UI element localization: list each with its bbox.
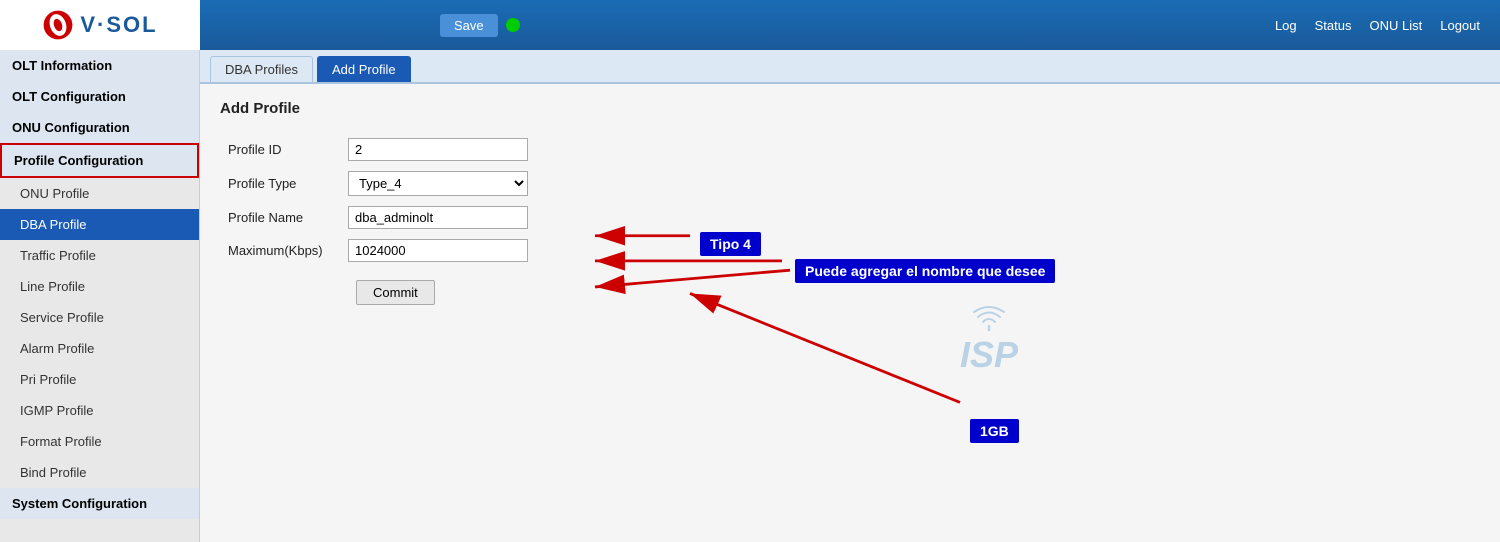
sidebar-item-onu-config[interactable]: ONU Configuration xyxy=(0,112,199,143)
annotation-nombre: Puede agregar el nombre que desee xyxy=(795,259,1055,283)
profile-type-cell: Type_1 Type_2 Type_3 Type_4 Type_5 xyxy=(340,166,536,201)
log-link[interactable]: Log xyxy=(1275,18,1297,33)
maximum-cell xyxy=(340,234,536,267)
profile-type-select[interactable]: Type_1 Type_2 Type_3 Type_4 Type_5 xyxy=(348,171,528,196)
status-link[interactable]: Status xyxy=(1315,18,1352,33)
commit-button[interactable]: Commit xyxy=(356,280,435,305)
profile-id-label: Profile ID xyxy=(220,133,340,166)
logout-link[interactable]: Logout xyxy=(1440,18,1480,33)
commit-cell: Commit xyxy=(340,267,536,310)
sidebar-item-system-config[interactable]: System Configuration xyxy=(0,488,199,519)
profile-id-input[interactable] xyxy=(348,138,528,161)
sidebar-item-service-profile[interactable]: Service Profile xyxy=(0,302,199,333)
profile-id-row: Profile ID xyxy=(220,133,536,166)
isp-text: ISP xyxy=(960,334,1018,376)
profile-id-cell xyxy=(340,133,536,166)
onu-list-link[interactable]: ONU List xyxy=(1370,18,1423,33)
add-profile-form: Profile ID Profile Type Type_1 Type_2 Ty… xyxy=(220,133,536,310)
logo-area: V·SOL xyxy=(0,0,200,50)
sidebar-item-pri-profile[interactable]: Pri Profile xyxy=(0,364,199,395)
sidebar-item-olt-config[interactable]: OLT Configuration xyxy=(0,81,199,112)
save-button[interactable]: Save xyxy=(440,14,498,37)
tabs-bar: DBA Profiles Add Profile xyxy=(200,50,1500,84)
logo-text: V·SOL xyxy=(80,12,157,38)
main-content: DBA Profiles Add Profile Add Profile Pro… xyxy=(200,50,1500,542)
profile-name-row: Profile Name xyxy=(220,201,536,234)
wifi-icon xyxy=(971,304,1007,338)
sidebar-item-alarm-profile[interactable]: Alarm Profile xyxy=(0,333,199,364)
content-title: Add Profile xyxy=(220,100,1480,117)
sidebar-item-line-profile[interactable]: Line Profile xyxy=(0,271,199,302)
annotation-tipo4: Tipo 4 xyxy=(700,232,761,256)
profile-name-input[interactable] xyxy=(348,206,528,229)
maximum-label: Maximum(Kbps) xyxy=(220,234,340,267)
profile-type-label: Profile Type xyxy=(220,166,340,201)
sidebar-item-format-profile[interactable]: Format Profile xyxy=(0,426,199,457)
vsol-logo-icon xyxy=(42,9,74,41)
commit-row: Commit xyxy=(220,267,536,310)
content-area: Add Profile Profile ID Profile Type Type… xyxy=(200,84,1500,542)
sidebar-item-dba-profile[interactable]: DBA Profile xyxy=(0,209,199,240)
sidebar-item-traffic-profile[interactable]: Traffic Profile xyxy=(0,240,199,271)
status-indicator xyxy=(506,18,520,32)
isp-watermark: ISP xyxy=(960,304,1018,376)
maximum-row: Maximum(Kbps) xyxy=(220,234,536,267)
profile-name-cell xyxy=(340,201,536,234)
save-area: Save xyxy=(440,14,520,37)
header-nav: Log Status ONU List Logout xyxy=(1275,18,1480,33)
profile-type-row: Profile Type Type_1 Type_2 Type_3 Type_4… xyxy=(220,166,536,201)
sidebar-item-olt-info[interactable]: OLT Information xyxy=(0,50,199,81)
sidebar-item-profile-config[interactable]: Profile Configuration xyxy=(0,143,199,178)
profile-name-label: Profile Name xyxy=(220,201,340,234)
sidebar-item-bind-profile[interactable]: Bind Profile xyxy=(0,457,199,488)
sidebar: OLT Information OLT Configuration ONU Co… xyxy=(0,50,200,542)
sidebar-item-onu-profile[interactable]: ONU Profile xyxy=(0,178,199,209)
sidebar-item-igmp-profile[interactable]: IGMP Profile xyxy=(0,395,199,426)
maximum-input[interactable] xyxy=(348,239,528,262)
tab-dba-profiles[interactable]: DBA Profiles xyxy=(210,56,313,82)
tab-add-profile[interactable]: Add Profile xyxy=(317,56,411,82)
annotation-1gb: 1GB xyxy=(970,419,1019,443)
